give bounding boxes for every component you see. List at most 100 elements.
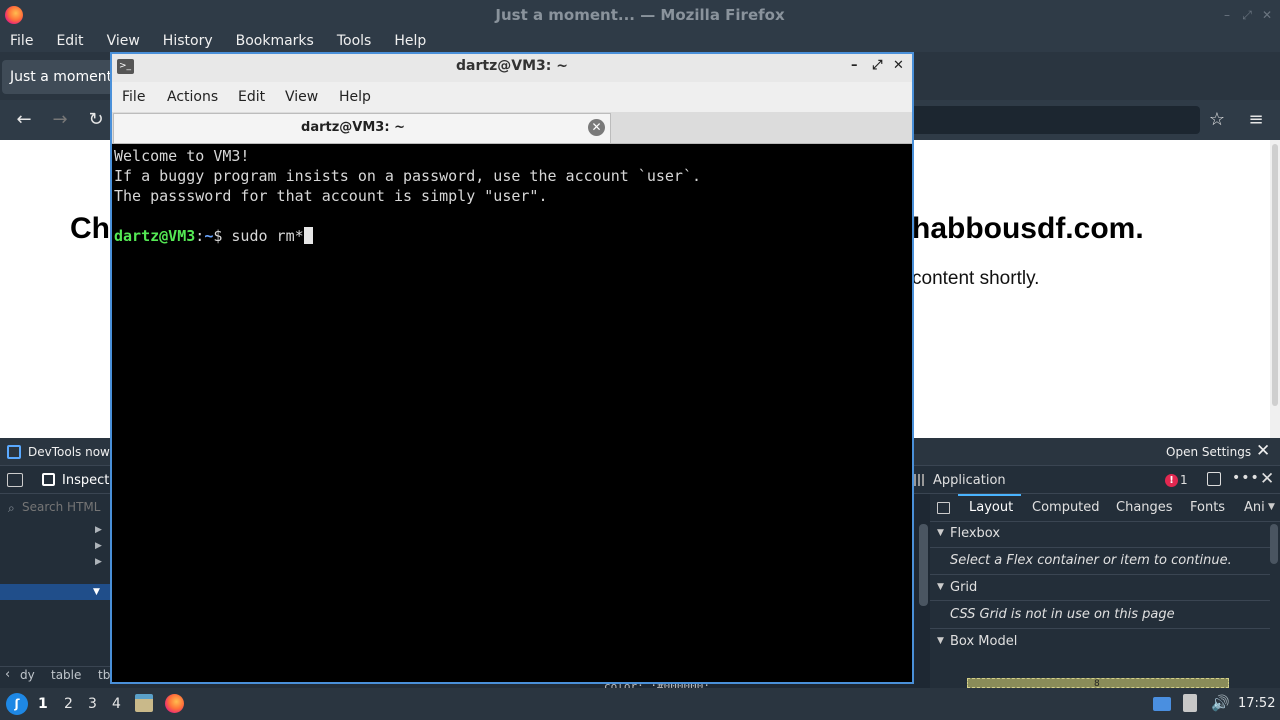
expand-triangle-icon[interactable]: ▶: [95, 541, 102, 551]
file-manager-icon[interactable]: [135, 694, 153, 712]
element-picker-icon[interactable]: [7, 473, 23, 487]
workspace-3[interactable]: 3: [88, 696, 97, 712]
bookmark-star-icon[interactable]: ☆: [1205, 108, 1229, 132]
toggle-sidebar-icon[interactable]: [937, 502, 950, 514]
workspace-4[interactable]: 4: [112, 696, 121, 712]
volume-icon[interactable]: 🔊: [1211, 694, 1230, 712]
page-text: content shortly.: [912, 268, 1040, 289]
page-heading-left: Ch: [70, 212, 110, 245]
close-notice-icon[interactable]: ✕: [1256, 442, 1272, 460]
minimize-icon[interactable]: –: [851, 58, 858, 73]
minimize-icon[interactable]: –: [1220, 8, 1234, 22]
expand-triangle-icon[interactable]: ▶: [95, 557, 102, 567]
tab-inspector[interactable]: Inspecto: [62, 473, 117, 488]
menu-bookmarks[interactable]: Bookmarks: [236, 33, 314, 49]
close-tab-icon[interactable]: ✕: [588, 119, 605, 136]
search-icon: ⌕: [8, 501, 15, 515]
firefox-taskbar-icon[interactable]: [165, 694, 184, 713]
firefox-menubar: File Edit View History Bookmarks Tools H…: [0, 30, 1280, 52]
maximize-icon[interactable]: ⤢: [872, 58, 882, 73]
divider: [930, 600, 1270, 601]
breadcrumb-item[interactable]: table: [51, 668, 81, 682]
taskbar: [0, 688, 1280, 720]
tabs-overflow-icon[interactable]: ▼: [1268, 502, 1275, 512]
box-model-title: Box Model: [950, 634, 1018, 649]
divider: [930, 628, 1270, 629]
workspace-2[interactable]: 2: [64, 696, 73, 712]
active-tab-indicator: [958, 494, 1021, 496]
rules-scrollbar[interactable]: [919, 524, 928, 606]
prompt-user: dartz@VM3: [114, 227, 196, 245]
layout-scrollbar[interactable]: [1270, 524, 1278, 564]
tab-application[interactable]: Application: [933, 473, 1006, 488]
error-icon[interactable]: !: [1165, 474, 1178, 487]
terminal-menu-view[interactable]: View: [285, 89, 318, 105]
menu-tools[interactable]: Tools: [337, 33, 372, 49]
breadcrumb-item[interactable]: tb: [98, 668, 110, 682]
collapse-triangle-icon[interactable]: ▼: [937, 636, 944, 646]
tab-changes[interactable]: Changes: [1116, 500, 1173, 515]
terminal-menu-actions[interactable]: Actions: [167, 89, 218, 105]
close-icon[interactable]: ✕: [1260, 8, 1274, 22]
devtools-icon: [7, 445, 21, 459]
inspector-icon: [42, 473, 55, 486]
terminal-menubar: File Actions Edit View Help: [112, 82, 912, 112]
terminal-line: The passsword for that account is simply…: [114, 187, 548, 205]
collapse-triangle-icon[interactable]: ▼: [937, 582, 944, 592]
back-icon[interactable]: ←: [12, 108, 36, 132]
application-icon: [914, 474, 926, 486]
expand-triangle-icon[interactable]: ▶: [95, 525, 102, 535]
workspace-1[interactable]: 1: [38, 696, 48, 712]
menu-view[interactable]: View: [107, 33, 140, 49]
start-menu-icon[interactable]: ʃ: [6, 693, 28, 715]
url-bar[interactable]: [910, 106, 1200, 134]
menu-file[interactable]: File: [10, 33, 33, 49]
tab-computed[interactable]: Computed: [1032, 500, 1100, 515]
more-options-icon[interactable]: •••: [1232, 470, 1260, 486]
dock-icon[interactable]: [1207, 472, 1221, 486]
breadcrumb-item[interactable]: dy: [20, 668, 35, 682]
maximize-icon[interactable]: ⤢: [1240, 8, 1254, 22]
terminal-prompt-line[interactable]: dartz@VM3:~$ sudo rm*: [114, 226, 910, 246]
screen-icon[interactable]: [1153, 697, 1171, 711]
collapse-triangle-icon[interactable]: ▼: [93, 587, 100, 597]
flexbox-title: Flexbox: [950, 526, 1001, 541]
open-settings-button[interactable]: Open Settings: [1166, 445, 1251, 459]
reload-icon[interactable]: ↻: [84, 108, 108, 132]
page-heading-right: habbousdf.com.: [912, 212, 1144, 245]
terminal-tab-label: dartz@VM3: ~: [301, 120, 405, 135]
tab-animations[interactable]: Ani: [1244, 500, 1265, 515]
terminal-cursor: [303, 227, 313, 244]
hamburger-menu-icon[interactable]: ≡: [1244, 108, 1268, 132]
collapse-triangle-icon[interactable]: ▼: [937, 528, 944, 538]
menu-edit[interactable]: Edit: [56, 33, 83, 49]
grid-title: Grid: [950, 580, 978, 595]
page-scrollbar[interactable]: [1270, 140, 1280, 438]
prompt-separator: :: [195, 227, 205, 245]
terminal-command[interactable]: sudo rm*: [231, 227, 303, 245]
terminal-title: dartz@VM3: ~: [456, 58, 568, 74]
forward-icon[interactable]: →: [48, 108, 72, 132]
menu-history[interactable]: History: [163, 33, 213, 49]
prompt-path: ~: [204, 227, 214, 245]
terminal-output[interactable]: Welcome to VM3! If a buggy program insist…: [114, 146, 910, 680]
terminal-menu-edit[interactable]: Edit: [238, 89, 265, 105]
terminal-menu-help[interactable]: Help: [339, 89, 371, 105]
close-devtools-icon[interactable]: ✕: [1260, 469, 1274, 489]
close-icon[interactable]: ✕: [893, 58, 904, 73]
clock[interactable]: 17:52: [1238, 696, 1275, 711]
divider: [930, 574, 1270, 575]
clipboard-icon[interactable]: [1183, 694, 1197, 712]
breadcrumb-back-icon[interactable]: ‹: [5, 667, 10, 682]
tab-fonts[interactable]: Fonts: [1190, 500, 1225, 515]
prompt-dollar: $: [213, 227, 232, 245]
terminal-line: Welcome to VM3!: [114, 147, 250, 165]
grid-message: CSS Grid is not in use on this page: [950, 607, 1175, 622]
menu-help[interactable]: Help: [394, 33, 426, 49]
terminal-menu-file[interactable]: File: [122, 89, 145, 105]
terminal-line: If a buggy program insists on a password…: [114, 167, 701, 185]
flexbox-message: Select a Flex container or item to conti…: [950, 553, 1232, 568]
tab-layout[interactable]: Layout: [969, 500, 1013, 515]
error-count[interactable]: 1: [1180, 473, 1188, 487]
